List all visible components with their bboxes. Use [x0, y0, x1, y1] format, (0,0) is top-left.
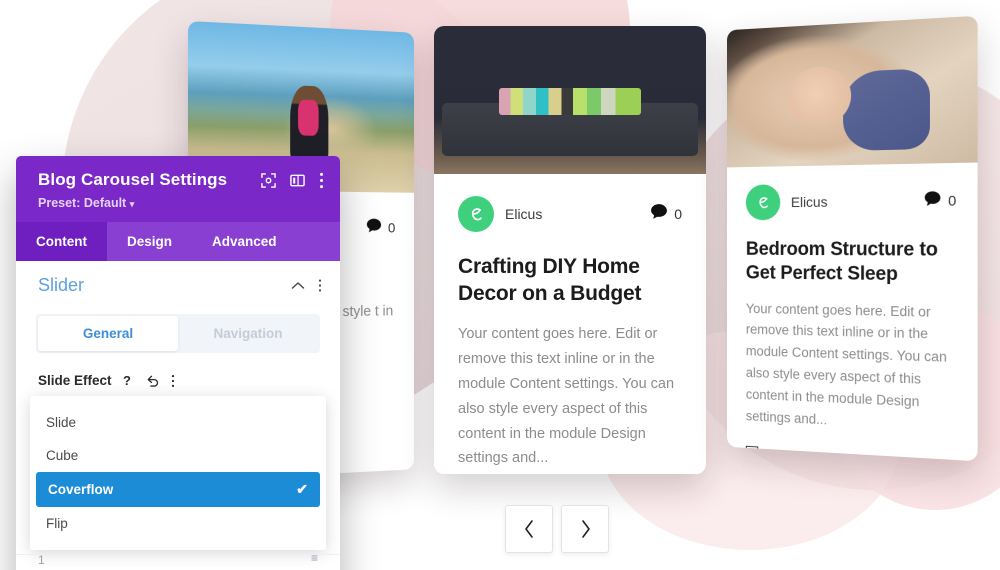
card-date-text: Sep 6, 2021 — [764, 446, 831, 462]
panel-preset-label: Preset: Default — [38, 196, 127, 210]
avatar — [458, 196, 494, 232]
dropdown-option-cube[interactable]: Cube — [30, 439, 326, 472]
svg-text:?: ? — [123, 373, 131, 388]
sub-tab-general[interactable]: General — [38, 316, 178, 351]
card-date: Sep 6, 2021 — [746, 445, 956, 462]
calendar-icon — [746, 445, 758, 462]
blog-carousel-settings-panel: Blog Carousel Settings Preset: Default ▾… — [16, 156, 340, 570]
card-excerpt: Your content goes here. Edit or remove t… — [458, 325, 675, 467]
more-vertical-icon[interactable] — [318, 278, 322, 293]
panel-header-icons — [261, 172, 324, 189]
card-author: Elicus — [745, 184, 828, 221]
carousel-navigation — [505, 505, 609, 553]
comment-bubble-icon — [924, 190, 942, 212]
card-author: Elicus — [458, 196, 542, 232]
drag-grip-icon: ≡ — [310, 554, 318, 565]
slide-effect-label: Slide Effect — [38, 373, 112, 388]
carousel-card-center[interactable]: Elicus 0 Crafting DIY Home Decor on a Bu… — [434, 26, 706, 474]
carousel-card-right[interactable]: Elicus 0 Bedroom Structure to Get Perfec… — [727, 15, 978, 462]
dropdown-option-label: Cube — [46, 448, 79, 463]
card-meta-row: Elicus 0 — [745, 182, 956, 221]
group-title[interactable]: Slider — [38, 275, 84, 296]
group-slider-header: Slider — [16, 275, 340, 296]
card-excerpt: Your content goes here. Edit or remove t… — [745, 300, 947, 428]
panel-tabs: Content Design Advanced — [16, 222, 340, 261]
screenshot-stage: Elicus 0 ation: A e it or remove dule ls… — [0, 0, 1000, 570]
card-author-name: Elicus — [790, 193, 828, 211]
dropdown-option-label: Flip — [46, 516, 68, 531]
card-image-child-sleeping-bed — [727, 15, 978, 168]
card-title[interactable]: Crafting DIY Home Decor on a Budget — [458, 254, 682, 308]
sub-tab-navigation[interactable]: Navigation — [178, 316, 318, 351]
dropdown-option-label: Slide — [46, 415, 77, 430]
card-image-dark-living-room-sofa — [434, 26, 706, 174]
help-icon[interactable]: ? — [123, 373, 135, 388]
comment-count: 0 — [948, 192, 957, 209]
layout-columns-icon[interactable] — [290, 173, 305, 188]
chevron-up-icon[interactable] — [291, 281, 305, 290]
field-row-below-dropdown: 1 ≡ — [16, 554, 340, 570]
slider-sub-tabs: General Navigation — [36, 314, 320, 353]
card-title[interactable]: Bedroom Structure to Get Perfect Sleep — [746, 238, 956, 289]
panel-header: Blog Carousel Settings Preset: Default ▾ — [16, 156, 340, 222]
card-comments[interactable]: 0 — [650, 203, 682, 225]
comment-bubble-icon — [366, 217, 382, 238]
tab-content[interactable]: Content — [16, 222, 107, 261]
more-vertical-icon[interactable] — [319, 172, 324, 189]
card-body: Elicus 0 Bedroom Structure to Get Perfec… — [727, 163, 978, 462]
card-comments[interactable]: 0 — [366, 217, 395, 238]
card-author-name: Elicus — [505, 206, 543, 222]
comment-bubble-icon — [650, 203, 668, 225]
card-comments[interactable]: 0 — [924, 190, 956, 212]
dropdown-option-slide[interactable]: Slide — [30, 406, 326, 439]
carousel-prev-button[interactable] — [505, 505, 553, 553]
card-meta-row: Elicus 0 — [458, 196, 682, 232]
focus-icon[interactable] — [261, 172, 276, 188]
dropdown-option-flip[interactable]: Flip — [30, 507, 326, 540]
undo-icon[interactable] — [146, 374, 160, 388]
comment-count: 0 — [674, 206, 682, 222]
tab-design[interactable]: Design — [107, 222, 192, 261]
dropdown-option-coverflow[interactable]: Coverflow ✔ — [36, 472, 320, 507]
chevron-down-icon: ▾ — [129, 199, 135, 209]
slide-effect-dropdown: Slide Cube Coverflow ✔ Flip — [30, 396, 326, 550]
slide-effect-field-row: Slide Effect ? — [38, 373, 340, 388]
tab-advanced[interactable]: Advanced — [192, 222, 297, 261]
group-header-icons — [291, 278, 322, 293]
below-tick-label: 1 — [38, 554, 45, 567]
panel-content: Slider General Navigation Slide Effect ?… — [16, 261, 340, 570]
dropdown-option-label: Coverflow — [48, 482, 114, 497]
panel-preset[interactable]: Preset: Default ▾ — [38, 196, 324, 210]
card-body: Elicus 0 Crafting DIY Home Decor on a Bu… — [434, 174, 706, 474]
carousel-next-button[interactable] — [561, 505, 609, 553]
check-icon: ✔ — [296, 481, 308, 497]
panel-title: Blog Carousel Settings — [38, 170, 228, 189]
comment-count: 0 — [387, 219, 396, 236]
more-vertical-icon[interactable] — [171, 374, 175, 388]
avatar — [745, 184, 781, 221]
panel-header-top-row: Blog Carousel Settings — [38, 170, 324, 190]
